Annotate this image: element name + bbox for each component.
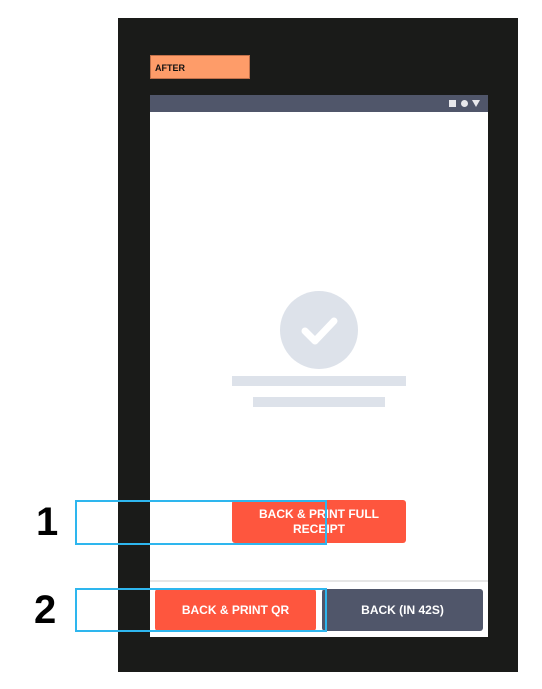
after-label: AFTER [150, 55, 250, 79]
placeholder-line [232, 376, 406, 386]
highlight-box-2 [75, 588, 327, 632]
placeholder-line [253, 397, 385, 407]
square-icon [449, 100, 456, 107]
triangle-down-icon [472, 100, 480, 107]
back-button[interactable]: BACK (IN 42S) [322, 589, 483, 631]
success-check-icon [280, 291, 358, 369]
divider [150, 580, 488, 582]
highlight-box-1 [75, 500, 327, 545]
annotation-number-2: 2 [34, 588, 57, 632]
status-bar [150, 95, 488, 112]
circle-icon [461, 100, 468, 107]
app-screen: BACK & PRINT FULL RECEIPT BACK & PRINT Q… [150, 95, 488, 637]
annotation-number-1: 1 [36, 500, 59, 544]
